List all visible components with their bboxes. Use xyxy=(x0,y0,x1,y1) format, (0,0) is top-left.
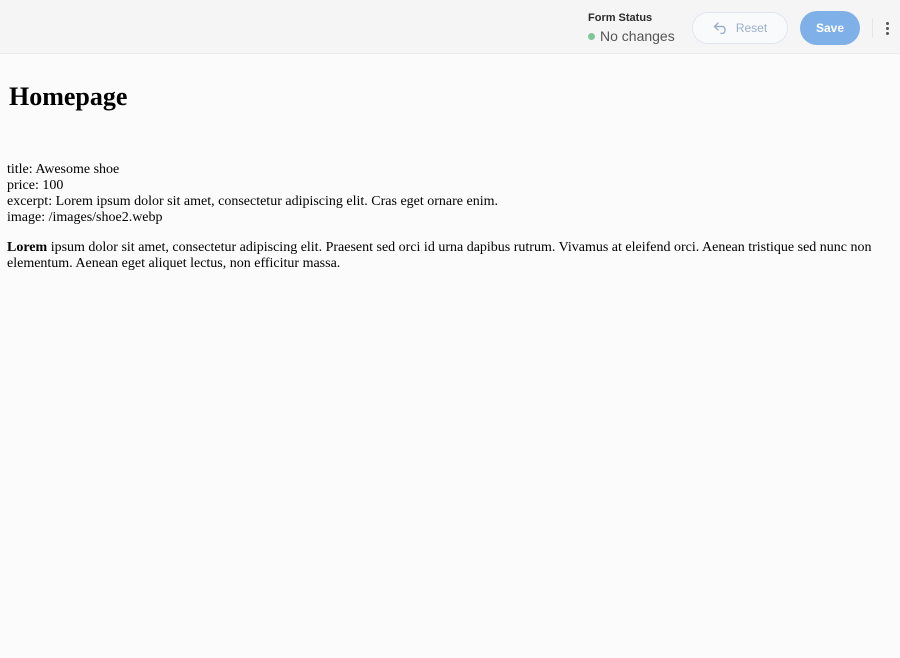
form-status-line: No changes xyxy=(588,28,675,44)
body-paragraph: Lorem ipsum dolor sit amet, consectetur … xyxy=(7,240,887,272)
more-options-button[interactable] xyxy=(872,18,900,38)
status-dot-icon xyxy=(588,32,595,40)
more-vertical-icon xyxy=(885,21,889,25)
form-status-title: Form Status xyxy=(588,12,653,24)
reset-button-label: Reset xyxy=(735,21,768,35)
field-title: title: Awesome shoe xyxy=(7,162,120,177)
form-status: Form Status No changes xyxy=(588,12,675,44)
field-image: image: /images/shoe2.webp xyxy=(7,210,163,225)
page-title: Homepage xyxy=(9,82,128,111)
body-text: ipsum dolor sit amet, consectetur adipis… xyxy=(7,240,872,271)
field-excerpt: excerpt: Lorem ipsum dolor sit amet, con… xyxy=(7,194,499,209)
editor-toolbar: Form Status No changes Reset Save xyxy=(0,0,900,54)
reset-button[interactable]: Reset xyxy=(692,12,788,44)
page-preview: Homepage title: Awesome shoe price: 100 … xyxy=(7,54,887,286)
undo-icon xyxy=(713,22,726,34)
form-status-text: No changes xyxy=(600,28,675,44)
save-button[interactable]: Save xyxy=(800,11,860,45)
front-matter: title: Awesome shoe price: 100 excerpt: … xyxy=(7,162,887,226)
field-price: price: 100 xyxy=(7,178,64,193)
body-bold-word: Lorem xyxy=(7,240,48,255)
